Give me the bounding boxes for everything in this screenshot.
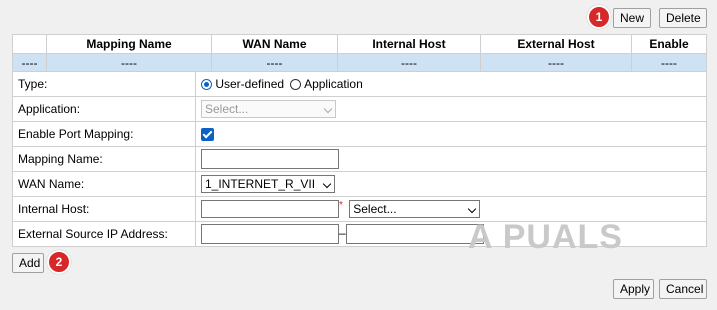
wan-name-select-value: 1_INTERNET_R_VII — [205, 177, 316, 191]
annotation-badge-2: 2 — [47, 250, 71, 274]
mapping-name-input[interactable] — [201, 149, 339, 169]
watermark-logo: A PUALS — [468, 218, 623, 256]
required-mark: * — [339, 200, 343, 211]
chevron-down-icon — [322, 179, 332, 189]
annotation-badge-1: 1 — [587, 5, 611, 29]
form-row-type: Type: User-defined Application — [12, 71, 707, 97]
form-row-wan-name: WAN Name: 1_INTERNET_R_VII — [12, 171, 707, 197]
table-header-external-host: External Host — [480, 34, 632, 54]
table-row[interactable]: ---- ---- ---- ---- ---- ---- — [12, 53, 707, 72]
table-header-row: Mapping Name WAN Name Internal Host Exte… — [12, 34, 707, 54]
add-button[interactable]: Add — [12, 253, 44, 273]
wan-name-select[interactable]: 1_INTERNET_R_VII — [201, 175, 335, 193]
enable-port-mapping-label: Enable Port Mapping: — [12, 121, 196, 147]
form-row-enable-port-mapping: Enable Port Mapping: — [12, 121, 707, 147]
table-header-index — [12, 34, 47, 54]
external-source-ip-end-input[interactable] — [345, 224, 484, 244]
type-label: Type: — [12, 71, 196, 97]
mapping-name-label: Mapping Name: — [12, 146, 196, 172]
new-button[interactable]: New — [613, 8, 651, 28]
application-value: Select... — [195, 96, 707, 122]
table-header-enable: Enable — [631, 34, 707, 54]
internal-host-select-value: Select... — [353, 202, 397, 216]
table-cell: ---- — [12, 53, 47, 72]
enable-port-mapping-value — [195, 121, 707, 147]
table-header-internal-host: Internal Host — [337, 34, 481, 54]
internal-host-select[interactable]: Select... — [349, 200, 481, 218]
delete-button[interactable]: Delete — [659, 8, 707, 28]
chevron-down-icon — [323, 104, 333, 114]
external-source-ip-start-input[interactable] — [201, 224, 339, 244]
external-source-ip-label: External Source IP Address: — [12, 221, 196, 247]
internal-host-value: * Select... — [195, 196, 707, 222]
form-row-mapping-name: Mapping Name: — [12, 146, 707, 172]
table-cell: ---- — [337, 53, 481, 72]
mapping-name-value — [195, 146, 707, 172]
table-header-wan-name: WAN Name — [211, 34, 338, 54]
table-cell: ---- — [480, 53, 632, 72]
external-source-ip-value: – — [195, 221, 707, 247]
form-row-application: Application: Select... — [12, 96, 707, 122]
table-header-mapping-name: Mapping Name — [46, 34, 212, 54]
application-select[interactable]: Select... — [201, 100, 336, 118]
wan-name-label: WAN Name: — [12, 171, 196, 197]
wan-name-value: 1_INTERNET_R_VII — [195, 171, 707, 197]
application-select-value: Select... — [205, 102, 249, 116]
application-label: Application: — [12, 96, 196, 122]
user-defined-label[interactable]: User-defined — [215, 77, 284, 91]
table-cell: ---- — [211, 53, 338, 72]
apply-button[interactable]: Apply — [613, 279, 654, 299]
internal-host-label: Internal Host: — [12, 196, 196, 222]
type-value: User-defined Application — [195, 71, 707, 97]
application-option-label[interactable]: Application — [304, 77, 363, 91]
cancel-button[interactable]: Cancel — [659, 279, 707, 299]
table-cell: ---- — [46, 53, 212, 72]
port-mapping-table: Mapping Name WAN Name Internal Host Exte… — [12, 34, 707, 72]
internal-host-input[interactable] — [201, 200, 339, 218]
enable-port-mapping-checkbox[interactable] — [201, 128, 214, 142]
chevron-down-icon — [468, 204, 477, 214]
application-radio[interactable] — [290, 79, 302, 91]
table-cell: ---- — [631, 53, 707, 72]
user-defined-radio[interactable] — [201, 79, 212, 91]
ip-range-separator: – — [339, 226, 346, 241]
